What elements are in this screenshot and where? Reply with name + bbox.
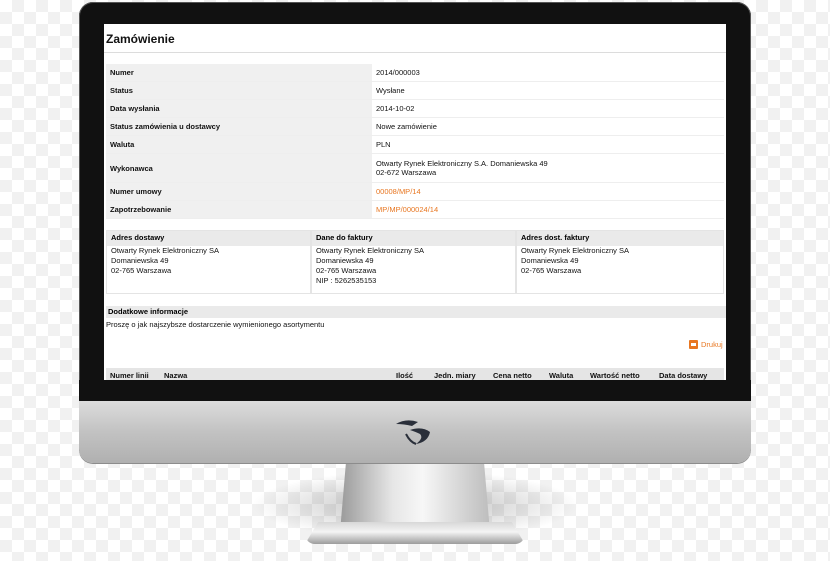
brand-logo-icon bbox=[396, 420, 430, 445]
invoice-data-box: Dane do faktury Otwarty Rynek Elektronic… bbox=[311, 230, 516, 294]
additional-info-header: Dodatkowe informacje bbox=[106, 306, 726, 318]
print-button[interactable]: Drukuj bbox=[689, 340, 723, 349]
address-line: 02-765 Warszawa bbox=[316, 266, 377, 275]
field-value: 2014-10-02 bbox=[372, 99, 724, 118]
requisition-link[interactable]: MP/MP/000024/14 bbox=[372, 200, 724, 219]
field-value: PLN bbox=[372, 135, 724, 154]
monitor-stand-neck bbox=[340, 462, 490, 532]
additional-info-text: Proszę o jak najszybsze dostarczenie wym… bbox=[106, 320, 325, 329]
address-line: Otwarty Rynek Elektroniczny SA bbox=[316, 246, 424, 255]
address-line: Otwarty Rynek Elektroniczny SA bbox=[521, 246, 629, 255]
address-line: Otwarty Rynek Elektroniczny SA bbox=[111, 246, 219, 255]
field-label: Status zamówienia u dostawcy bbox=[106, 117, 372, 136]
field-label: Status bbox=[106, 81, 372, 100]
field-value: Wysłane bbox=[372, 81, 724, 100]
table-row: Zapotrzebowanie MP/MP/000024/14 bbox=[106, 200, 724, 219]
address-header: Adres dostawy bbox=[107, 231, 310, 246]
field-value: Nowe zamówienie bbox=[372, 117, 724, 136]
divider bbox=[104, 52, 726, 53]
column-header[interactable]: Nazwa bbox=[164, 371, 187, 380]
delivery-address-box: Adres dostawy Otwarty Rynek Elektroniczn… bbox=[106, 230, 311, 294]
column-header[interactable]: Wartość netto bbox=[590, 371, 640, 380]
column-header[interactable]: Numer linii bbox=[110, 371, 149, 380]
tax-id: NIP : 5262535153 bbox=[316, 276, 377, 285]
address-header: Dane do faktury bbox=[312, 231, 515, 246]
monitor-bezel bbox=[79, 380, 751, 401]
screen: Zamówienie Numer 2014/000003 Status Wysł… bbox=[104, 24, 726, 380]
address-line: Domaniewska 49 bbox=[521, 256, 579, 265]
address-line: 02-765 Warszawa bbox=[521, 266, 582, 275]
contractor-line: Otwarty Rynek Elektroniczny S.A. Domanie… bbox=[376, 159, 548, 168]
table-row: Wykonawca Otwarty Rynek Elektroniczny S.… bbox=[106, 153, 724, 183]
address-line: 02-765 Warszawa bbox=[111, 266, 172, 275]
print-label: Drukuj bbox=[701, 340, 723, 349]
field-value: 2014/000003 bbox=[372, 64, 724, 82]
column-header[interactable]: Waluta bbox=[549, 371, 573, 380]
column-header[interactable]: Ilość bbox=[396, 371, 413, 380]
table-row: Waluta PLN bbox=[106, 135, 724, 154]
table-row: Data wysłania 2014-10-02 bbox=[106, 99, 724, 118]
printer-icon bbox=[689, 340, 698, 349]
address-line: Domaniewska 49 bbox=[111, 256, 169, 265]
column-header[interactable]: Jedn. miary bbox=[434, 371, 476, 380]
monitor-stand-base bbox=[305, 522, 525, 544]
invoice-delivery-address-box: Adres dost. faktury Otwarty Rynek Elektr… bbox=[516, 230, 724, 294]
contract-number-link[interactable]: 00008/MP/14 bbox=[372, 182, 724, 201]
order-lines-header: Numer linii Nazwa Ilość Jedn. miary Cena… bbox=[106, 368, 724, 380]
field-label: Waluta bbox=[106, 135, 372, 154]
table-row: Status zamówienia u dostawcy Nowe zamówi… bbox=[106, 117, 724, 136]
field-label: Zapotrzebowanie bbox=[106, 200, 372, 219]
column-header[interactable]: Data dostawy bbox=[659, 371, 707, 380]
field-label: Wykonawca bbox=[106, 153, 372, 183]
field-value: Otwarty Rynek Elektroniczny S.A. Domanie… bbox=[372, 153, 724, 183]
address-line: Domaniewska 49 bbox=[316, 256, 374, 265]
field-label: Numer umowy bbox=[106, 182, 372, 201]
field-label: Data wysłania bbox=[106, 99, 372, 118]
table-row: Status Wysłane bbox=[106, 81, 724, 100]
field-label: Numer bbox=[106, 64, 372, 82]
contractor-line: 02-672 Warszawa bbox=[376, 168, 437, 177]
column-header[interactable]: Cena netto bbox=[493, 371, 532, 380]
page-title: Zamówienie bbox=[106, 32, 175, 46]
order-details-table: Numer 2014/000003 Status Wysłane Data wy… bbox=[106, 64, 724, 219]
table-row: Numer umowy 00008/MP/14 bbox=[106, 182, 724, 201]
table-row: Numer 2014/000003 bbox=[106, 64, 724, 82]
address-header: Adres dost. faktury bbox=[517, 231, 723, 246]
